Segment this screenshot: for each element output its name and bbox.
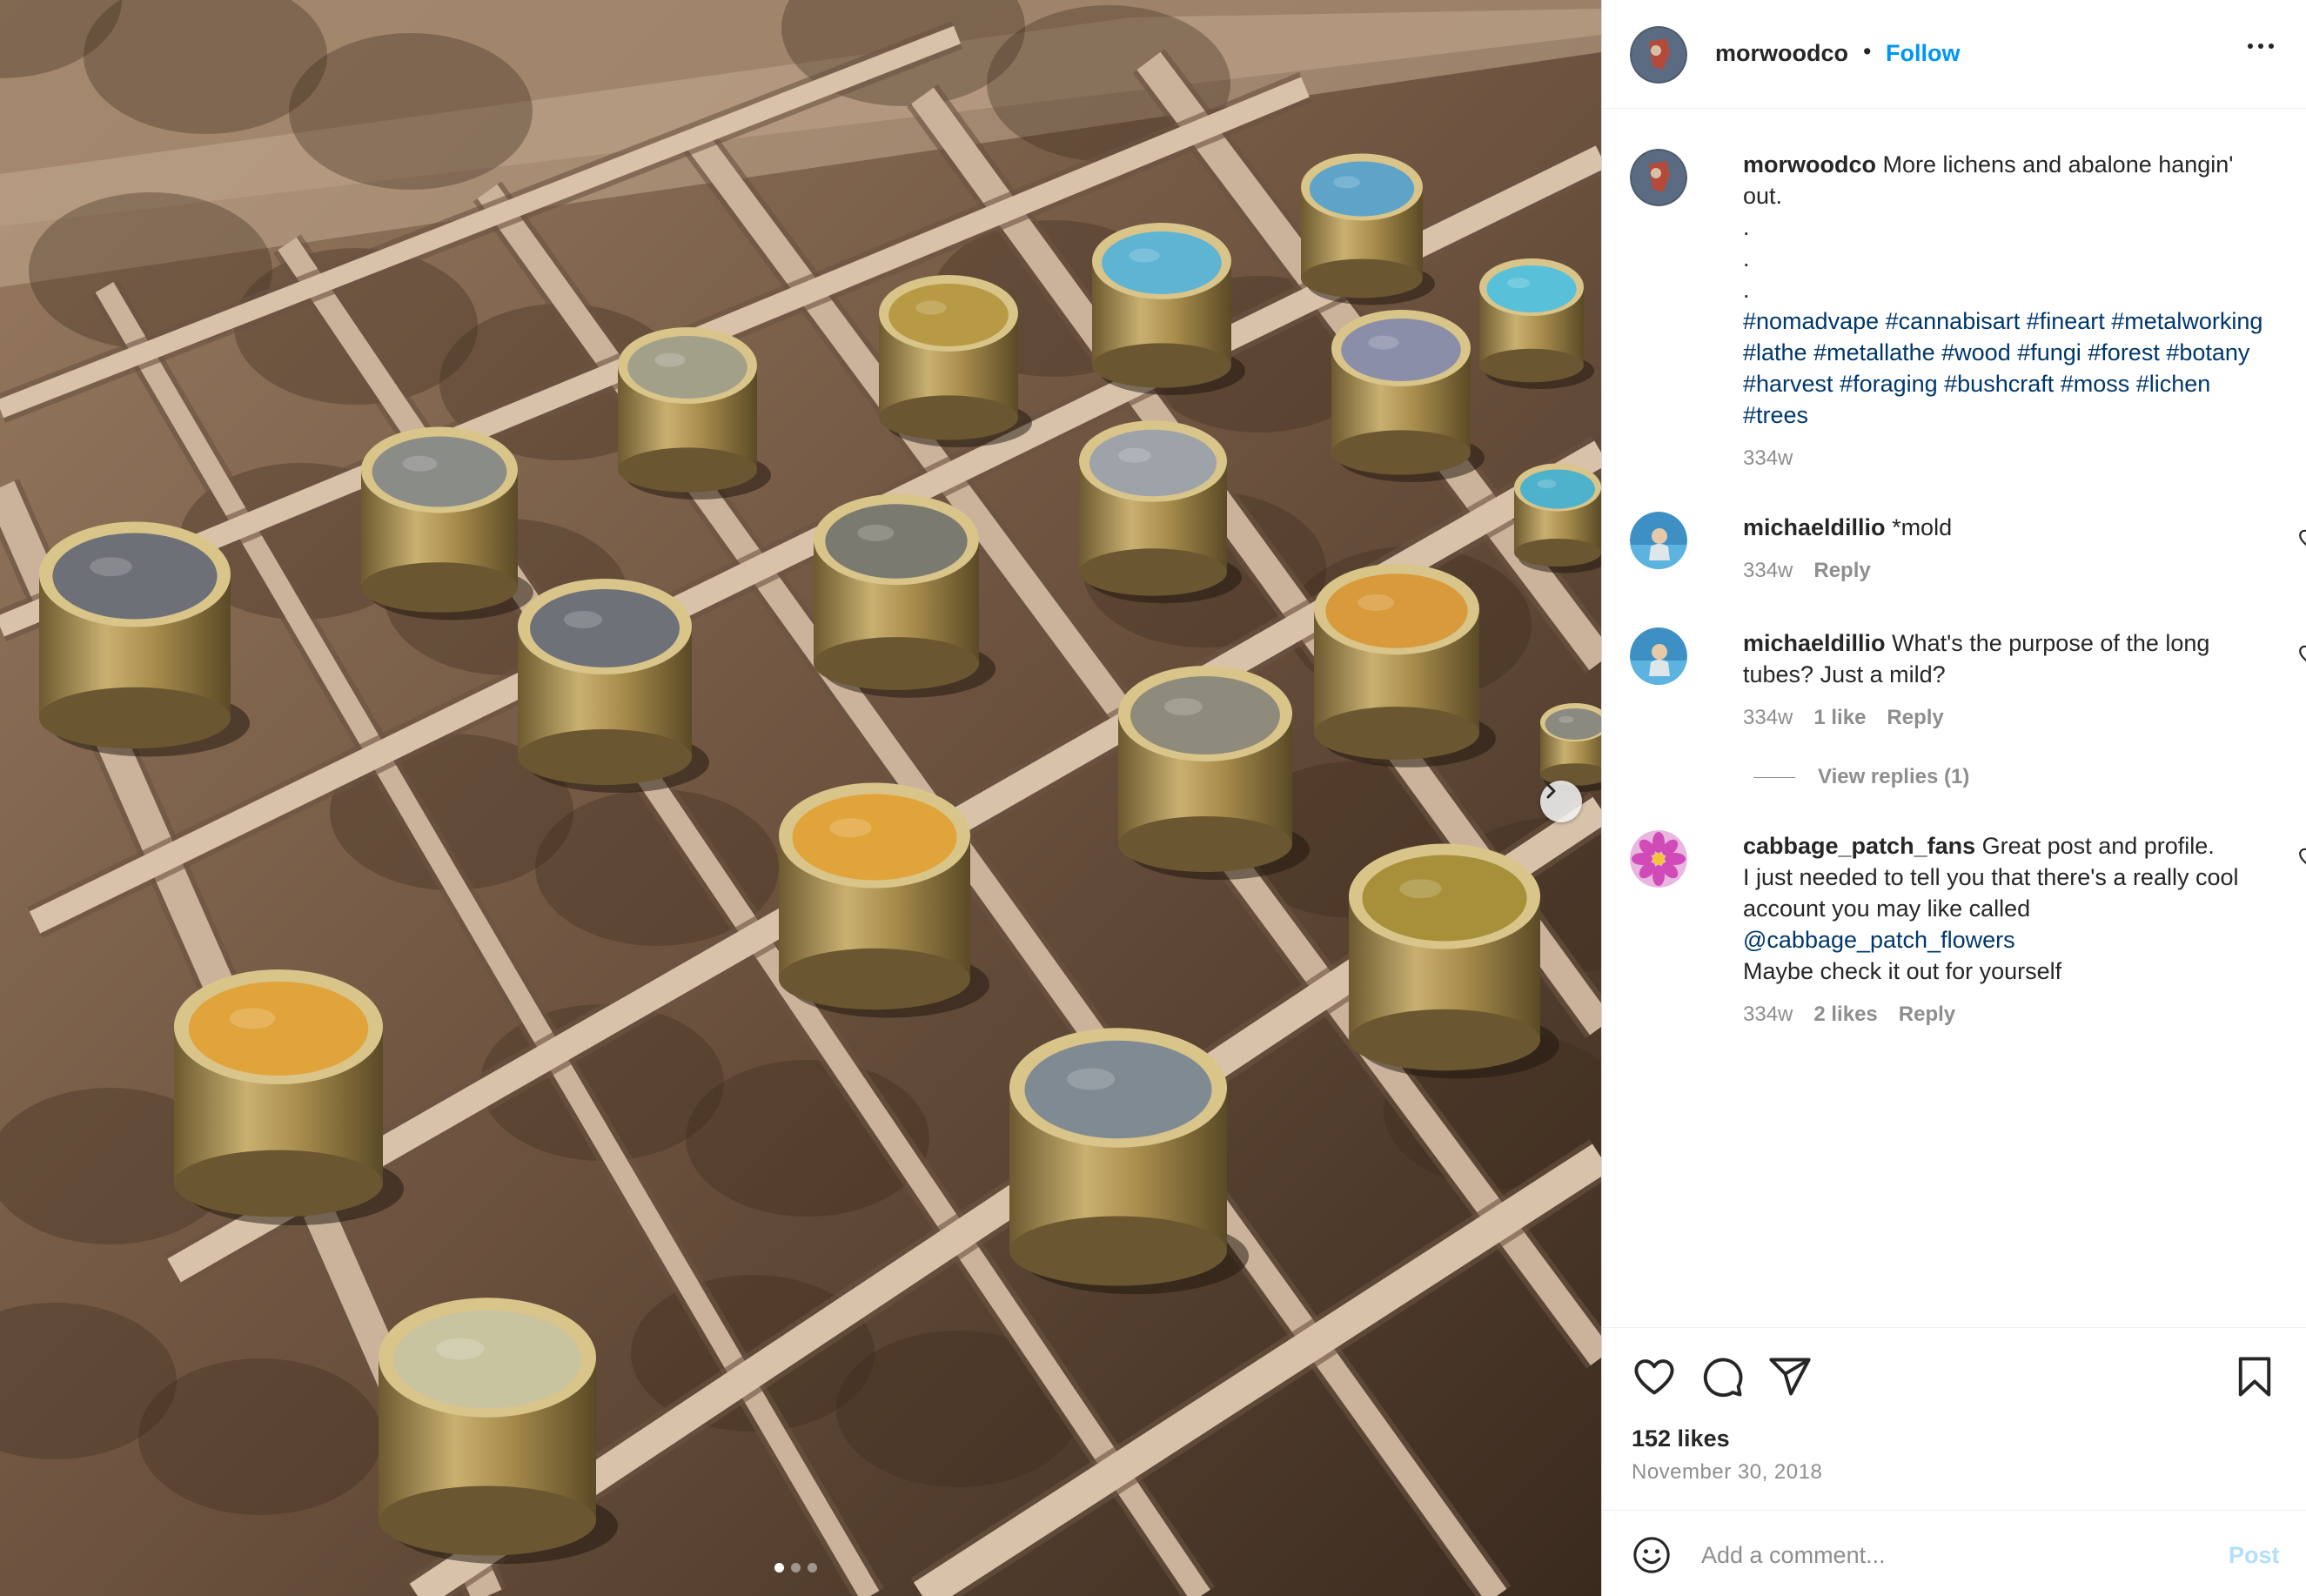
post-actions: 152 likes November 30, 2018 [1602,1327,2306,1510]
comment-body: michaeldillio *mold 334w Reply [1743,512,2239,587]
post-photo[interactable] [0,0,1601,1596]
emoji-icon[interactable] [1632,1535,1672,1575]
follow-button[interactable]: Follow [1886,40,1960,67]
comment-text-line: Maybe check it out for yourself [1743,958,2062,984]
carousel-next-button[interactable] [1540,781,1582,822]
caption-username[interactable]: morwoodco [1743,151,1876,178]
comments-list: morwoodco More lichens and abalone hangi… [1602,109,2306,1327]
instagram-post-view: morwoodco • Follow morwoodco More lichen… [0,0,2306,1596]
comment-username[interactable]: michaeldillio [1743,514,1886,540]
view-replies-label: View replies (1) [1818,765,1970,788]
like-comment-heart-icon[interactable] [2298,643,2306,666]
commenter-avatar[interactable] [1630,512,1687,569]
carousel-indicator [774,1563,817,1573]
heart-icon[interactable] [1632,1354,1677,1399]
avatar-image [1630,26,1687,84]
comment-text: *mold [1892,514,1953,540]
comment-meta: 334w 1 like Reply [1743,702,2239,734]
like-comment-heart-icon[interactable] [2298,527,2306,550]
avatar-image [1630,627,1687,685]
caption-dot: . [1743,277,1750,303]
post-comment-button[interactable]: Post [2229,1542,2280,1569]
comment-username[interactable]: michaeldillio [1743,630,1886,656]
comment-time[interactable]: 334w [1743,555,1793,587]
caption-time[interactable]: 334w [1743,443,1793,474]
author-username[interactable]: morwoodco [1715,40,1848,67]
carousel-dot [808,1563,817,1573]
post-date[interactable]: November 30, 2018 [1632,1460,1822,1485]
reply-button[interactable]: Reply [1887,702,1943,734]
caption-body: morwoodco More lichens and abalone hangi… [1743,149,2265,474]
comment-username[interactable]: cabbage_patch_fans [1743,833,1975,859]
comment-body: michaeldillio What's the purpose of the … [1743,627,2239,734]
comment-time[interactable]: 334w [1743,999,1793,1030]
comment-body: cabbage_patch_fans Great post and profil… [1743,830,2239,1030]
comment-meta: 334w 2 likes Reply [1743,999,2239,1030]
add-comment-bar: Post [1602,1510,2306,1596]
author-avatar[interactable] [1630,149,1687,206]
header-separator: • [1863,38,1872,64]
caption-dot: . [1743,214,1750,240]
commenter-avatar[interactable] [1630,830,1687,888]
chevron-right-icon [1546,783,1556,799]
avatar-image [1630,512,1687,569]
photo-image [0,0,1601,1596]
like-count[interactable]: 152 likes [1632,1425,1730,1452]
share-icon[interactable] [1767,1354,1813,1399]
comment-text-line: I just needed to tell you that there's a… [1743,864,2239,922]
post-header: morwoodco • Follow [1602,0,2306,109]
author-avatar[interactable] [1630,26,1687,84]
view-replies-button[interactable]: View replies (1) [1753,765,1969,789]
comment-icon[interactable] [1699,1354,1745,1399]
avatar-image [1630,830,1687,888]
like-comment-heart-icon[interactable] [2298,846,2306,868]
bookmark-icon[interactable] [2232,1354,2277,1399]
commenter-avatar[interactable] [1630,627,1687,685]
more-options-icon[interactable] [2248,44,2274,49]
comment-input[interactable] [1699,1528,2190,1582]
caption-meta: 334w [1743,443,2265,474]
comment-meta: 334w Reply [1743,555,2239,587]
post-sidebar: morwoodco • Follow morwoodco More lichen… [1601,0,2306,1596]
view-replies-row: View replies (1) [1630,765,2239,800]
comment-mention[interactable]: @cabbage_patch_flowers [1743,924,2239,956]
reply-button[interactable]: Reply [1813,555,1870,587]
caption-dot: . [1743,245,1750,272]
avatar-image [1630,149,1687,206]
comment-time[interactable]: 334w [1743,702,1793,734]
reply-button[interactable]: Reply [1899,999,1955,1030]
replies-divider [1753,776,1795,778]
carousel-dot [774,1563,784,1573]
comment-like-count[interactable]: 2 likes [1813,999,1877,1030]
carousel-dot [791,1563,801,1573]
comment-text: Great post and profile. [1981,833,2215,859]
comment-like-count[interactable]: 1 like [1813,702,1866,734]
caption-hashtags[interactable]: #nomadvape #cannabisart #fineart #metalw… [1743,305,2265,431]
